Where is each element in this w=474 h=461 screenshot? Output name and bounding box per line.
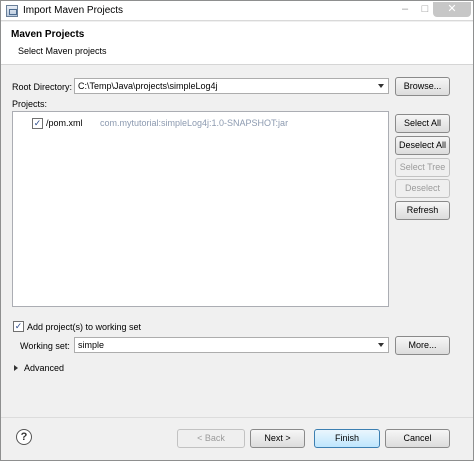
project-checkbox[interactable]: ✓ [32,118,43,129]
close-icon[interactable]: ✕ [433,2,471,17]
wizard-header: Maven Projects Select Maven projects [1,22,473,65]
window-title: Import Maven Projects [23,5,124,16]
more-working-sets-button[interactable]: More... [395,336,450,355]
browse-button[interactable]: Browse... [395,77,450,96]
add-to-working-set-label: Add project(s) to working set [27,322,142,332]
page-title: Maven Projects [11,29,85,40]
footer-separator [1,417,473,418]
page-subtitle: Select Maven projects [18,46,107,56]
next-button[interactable]: Next > [250,429,305,448]
project-tree-item[interactable]: ✓ /pom.xml com.mytutorial:simpleLog4j:1.… [13,112,388,132]
project-artifact: com.mytutorial:simpleLog4j:1.0-SNAPSHOT:… [100,118,289,128]
import-maven-projects-dialog: Import Maven Projects – □ ✕ Maven Projec… [0,0,474,461]
working-set-value: simple [78,340,105,350]
root-directory-combo[interactable]: C:\Temp\Java\projects\simpleLog4j [74,78,389,94]
refresh-button[interactable]: Refresh [395,201,450,220]
window-app-icon [6,5,18,17]
root-directory-value: C:\Temp\Java\projects\simpleLog4j [78,81,218,91]
deselect-tree-button[interactable]: Deselect Tree [395,179,450,210]
cancel-button[interactable]: Cancel [385,429,450,448]
chevron-down-icon [378,343,384,347]
back-button[interactable]: < Back [177,429,245,448]
projects-label: Projects: [12,99,48,109]
select-all-button[interactable]: Select All [395,114,450,133]
maximize-icon[interactable]: □ [415,2,435,17]
title-bar: Import Maven Projects – □ ✕ [1,1,473,21]
chevron-right-icon[interactable] [14,365,18,371]
root-directory-label: Root Directory: [12,82,73,92]
project-name: /pom.xml [46,118,83,128]
advanced-toggle[interactable]: Advanced [24,363,64,373]
projects-tree[interactable]: ✓ /pom.xml com.mytutorial:simpleLog4j:1.… [12,111,389,307]
working-set-label: Working set: [20,341,70,351]
chevron-down-icon [378,84,384,88]
deselect-all-button[interactable]: Deselect All [395,136,450,155]
add-to-working-set-checkbox[interactable]: ✓ [13,321,24,332]
select-tree-button[interactable]: Select Tree [395,158,450,177]
finish-button[interactable]: Finish [314,429,380,448]
minimize-icon[interactable]: – [395,2,415,17]
working-set-combo[interactable]: simple [74,337,389,353]
help-icon[interactable]: ? [16,429,32,445]
